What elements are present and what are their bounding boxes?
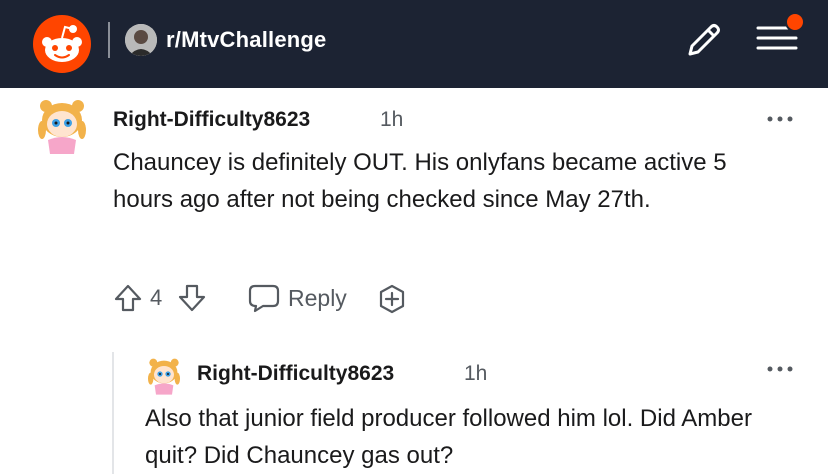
more-options-icon[interactable] — [765, 364, 795, 374]
reply-body: Also that junior field producer followed… — [145, 405, 752, 469]
reddit-logo-icon[interactable] — [33, 15, 91, 73]
reply-timestamp: 1h — [464, 362, 488, 385]
reply-username[interactable]: Right-Difficulty8623 — [197, 362, 394, 386]
menu-icon[interactable] — [752, 12, 810, 62]
comment-username[interactable]: Right-Difficulty8623 — [113, 108, 310, 132]
subreddit-avatar[interactable] — [125, 24, 157, 56]
subreddit-name[interactable]: r/MtvChallenge — [166, 24, 327, 56]
header-divider — [108, 22, 110, 58]
downvote-icon[interactable] — [177, 283, 207, 313]
thread-line[interactable] — [112, 352, 114, 474]
upvote-icon[interactable] — [113, 283, 143, 313]
award-icon[interactable] — [375, 283, 409, 315]
reply-button[interactable]: Reply — [247, 280, 355, 316]
pencil-icon[interactable] — [684, 20, 724, 60]
user-avatar[interactable] — [145, 356, 183, 396]
reply-icon — [248, 284, 280, 313]
reply-label: Reply — [288, 285, 347, 311]
top-bar: r/MtvChallenge — [0, 0, 828, 88]
user-avatar[interactable] — [34, 96, 90, 156]
vote-count: 4 — [150, 285, 163, 310]
more-options-icon[interactable] — [765, 114, 795, 124]
comment-timestamp: 1h — [380, 108, 404, 131]
comment-body: Chauncey is definitely OUT. His onlyfans… — [113, 149, 727, 213]
